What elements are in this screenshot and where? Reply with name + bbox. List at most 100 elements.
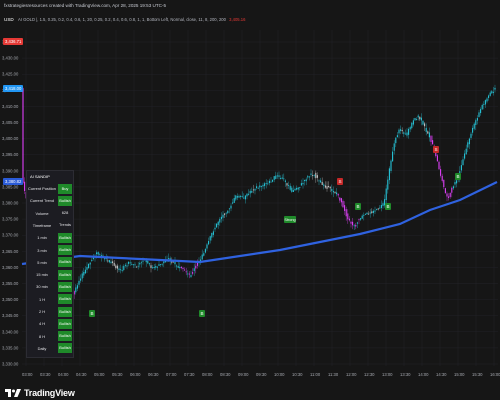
candle-body (128, 261, 130, 264)
candle-body (158, 264, 160, 266)
candle-body (395, 137, 397, 144)
candle-body (339, 197, 341, 201)
candle-body (332, 191, 334, 193)
candle-body (390, 160, 392, 171)
candle-body (275, 175, 277, 179)
candle-body (203, 253, 205, 256)
candle-body (273, 176, 275, 180)
candle-body (108, 260, 110, 263)
candle-body (235, 195, 237, 200)
candle-body (352, 221, 354, 226)
price-tick-label: 3,375.00 (2, 217, 19, 222)
brand-name[interactable]: TradingView (24, 388, 75, 398)
candle-body (265, 183, 267, 184)
candle-body (91, 259, 93, 262)
candle-body (264, 183, 266, 186)
tradingview-logo-icon[interactable] (4, 387, 22, 399)
candle-body (260, 186, 262, 187)
candle-body (372, 210, 374, 213)
candle-body (212, 231, 214, 235)
candle-body (296, 188, 298, 190)
time-tick-label: 06:00 (130, 372, 141, 377)
candle-body (289, 185, 291, 190)
candle-body (444, 188, 446, 194)
candle-body (304, 180, 306, 181)
candle-body (126, 265, 128, 267)
dashboard-row-label: Current Position (28, 186, 56, 191)
candle-body (420, 117, 422, 121)
dashboard-row-value: Bullish (58, 306, 72, 317)
candle-body (419, 116, 421, 120)
candle-body (116, 265, 118, 269)
price-chart[interactable]: B B Strong S B B S B 3,436.71 3,430.00 3,425.00 3,… (0, 28, 500, 386)
candle-body (441, 175, 443, 181)
time-tick-label: 10:00 (274, 372, 285, 377)
candle-body (396, 135, 398, 138)
candle-body (374, 210, 376, 212)
dashboard-row-label: 1 min (37, 235, 47, 241)
candle-body (448, 196, 450, 198)
candle-body (267, 183, 269, 185)
dashboard-title: AI SANDIP (30, 174, 50, 179)
candle-body (404, 133, 406, 135)
candle-body (331, 188, 333, 191)
candle-body (251, 190, 253, 193)
candle-body (483, 104, 485, 105)
candle-body (408, 128, 410, 135)
candle-body (388, 168, 390, 181)
dashboard-row-value: Bullish (58, 343, 72, 354)
candle-body (185, 271, 187, 273)
candle-body (283, 178, 285, 180)
candle-body (473, 123, 475, 129)
buy-signal-label: B (200, 311, 203, 316)
candle-body (147, 260, 149, 264)
dashboard-row: 30 min Bullish (27, 281, 73, 292)
candle-body (121, 270, 123, 271)
candle-body (187, 273, 189, 275)
candle-body (276, 175, 278, 177)
dashboard-row-label: 3 min (37, 247, 47, 253)
candle-body (484, 100, 486, 105)
time-tick-label: 09:30 (256, 372, 267, 377)
candle-body (401, 130, 403, 132)
candle-body (403, 132, 405, 134)
candle-body (222, 214, 224, 218)
price-tick-label: 3,405.00 (2, 120, 19, 125)
candle-body (318, 180, 320, 182)
candle-body (80, 278, 82, 281)
symbol-label[interactable]: USD (4, 17, 14, 22)
time-tick-label: 08:00 (202, 372, 213, 377)
candle-body (451, 187, 453, 193)
candle-body (470, 133, 472, 138)
dashboard-row-value: Bullish (58, 245, 72, 255)
candle-body (120, 269, 122, 271)
marker-price-label: 3,418.00 (3, 85, 24, 92)
header-text: fxstrategiesresources created with Tradi… (4, 3, 167, 8)
candle-body (268, 180, 270, 184)
time-tick-label: 04:00 (58, 372, 69, 377)
candle-body (411, 122, 413, 129)
candle-body (424, 123, 426, 127)
candle-body (225, 212, 227, 214)
buy-signal-label: B (356, 204, 359, 209)
time-axis: 03:00 03:30 04:00 04:30 05:00 05:30 06:00 06:30… (22, 372, 500, 377)
candle-body (83, 271, 85, 276)
candle-body (238, 195, 240, 198)
candle-body (246, 193, 248, 197)
candle-body (78, 280, 80, 285)
candle-body (432, 140, 434, 145)
candle-body (486, 98, 488, 102)
candle-body (488, 95, 490, 98)
candle-body (99, 254, 101, 256)
candle-body (492, 91, 494, 93)
dashboard-row-value: Bullish (58, 281, 72, 292)
dashboard-row: 8 H Bullish (27, 331, 73, 342)
indicator-params[interactable]: AI GOLD |, 1.5, 0.25, 0.2, 0.4, 0.6, 1, … (18, 17, 245, 22)
candle-body (313, 175, 315, 177)
dashboard-row-label: 8 H (38, 333, 46, 339)
candle-body (243, 197, 245, 199)
candle-body (132, 264, 134, 266)
time-tick-label: 15:00 (454, 372, 465, 377)
candle-body (468, 138, 470, 145)
candle-body (278, 175, 280, 177)
